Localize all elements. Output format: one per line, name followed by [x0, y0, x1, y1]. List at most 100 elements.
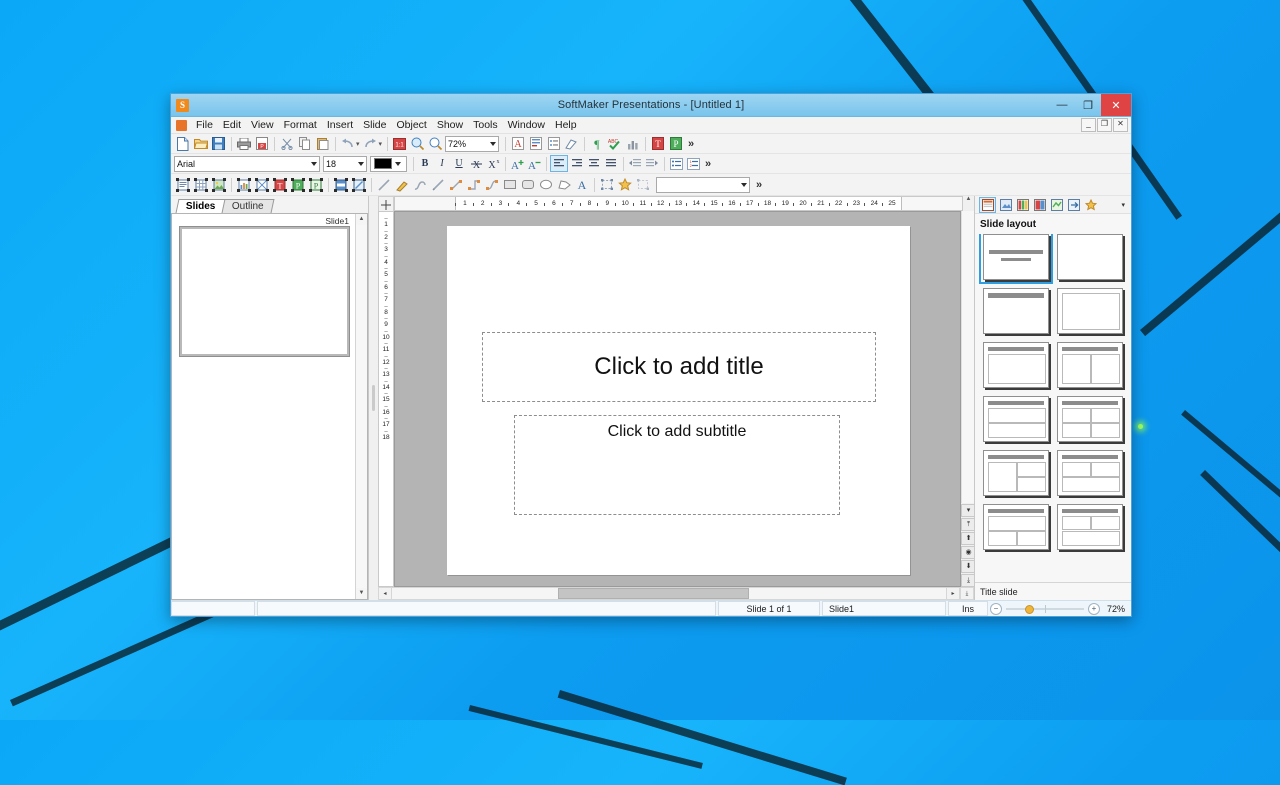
horizontal-ruler[interactable]: 1 2 3 4 5 6 7 8 9 10 11 12 13 14 15 16 17 18 19 20 21 22 23 24 2…	[394, 196, 963, 211]
slide-thumbnail-1[interactable]	[179, 226, 350, 357]
menu-help[interactable]: Help	[550, 118, 582, 132]
design-icon[interactable]	[998, 198, 1013, 212]
zoom-level-combo[interactable]: 72%	[445, 135, 500, 152]
show-marks-icon[interactable]: ¶	[588, 136, 605, 152]
strikethrough-icon[interactable]: X	[468, 156, 484, 171]
zoom-magnifier-icon[interactable]	[427, 136, 444, 152]
transition-icon[interactable]	[1066, 198, 1081, 212]
copy-icon[interactable]	[296, 136, 313, 152]
object-toolbar-overflow[interactable]: »	[753, 179, 765, 191]
zoom-selection-icon[interactable]	[409, 136, 426, 152]
connector-curved-icon[interactable]	[483, 177, 500, 193]
font-color-combo[interactable]	[370, 155, 407, 172]
font-size-combo[interactable]: 18	[323, 155, 367, 172]
character-format-icon[interactable]: A	[509, 136, 526, 152]
undo-dropdown-icon[interactable]: ▾	[356, 140, 360, 148]
pane-splitter[interactable]	[369, 196, 378, 600]
redo-dropdown-icon[interactable]: ▾	[379, 140, 383, 148]
placeholder-object-icon[interactable]: P	[307, 177, 324, 193]
color-scheme-icon[interactable]	[1015, 198, 1030, 212]
autoshape-star-icon[interactable]	[616, 177, 633, 193]
animation-icon[interactable]	[1049, 198, 1064, 212]
zoom-out-button[interactable]: −	[989, 602, 1002, 615]
shrink-font-icon[interactable]: A	[526, 156, 542, 171]
scroll-left-icon[interactable]: ◂	[378, 587, 392, 600]
text-art-icon[interactable]: A	[573, 177, 590, 193]
subtitle-placeholder[interactable]: Click to add subtitle	[514, 415, 840, 515]
cut-scissors-icon[interactable]	[278, 136, 295, 152]
object-icon[interactable]	[253, 177, 270, 193]
scroll-right-icon[interactable]: ▸	[946, 587, 960, 600]
chevron-down-icon[interactable]	[311, 161, 317, 166]
chevron-down-icon[interactable]	[490, 141, 497, 146]
decrease-indent-icon[interactable]	[627, 156, 643, 171]
standard-toolbar-overflow[interactable]: »	[685, 138, 697, 150]
tab-slides[interactable]: Slides	[175, 199, 226, 213]
hscroll-thumb[interactable]	[558, 588, 749, 599]
layout-title-and-content[interactable]	[983, 342, 1049, 388]
italic-icon[interactable]: I	[434, 156, 450, 171]
sidebar-dropdown-icon[interactable]: ▾	[1121, 201, 1125, 209]
canvas-vertical-scrollbar[interactable]: ▾ ⤒ ⬆ ◉ ⬇ ⤓	[961, 211, 976, 587]
spellcheck-icon[interactable]: ABC	[606, 136, 623, 152]
redo-icon[interactable]	[362, 136, 379, 152]
text-frame-icon[interactable]: T	[649, 136, 666, 152]
layout-left-tall-right-two[interactable]	[983, 450, 1049, 496]
chart-object-icon[interactable]	[235, 177, 252, 193]
text-placeholder-icon[interactable]	[174, 177, 191, 193]
bold-icon[interactable]: B	[417, 156, 433, 171]
superscript-icon[interactable]: Xx	[485, 156, 501, 171]
slides-panel-scrollbar[interactable]: ▲ ▼	[355, 214, 367, 599]
menu-window[interactable]: Window	[503, 118, 550, 132]
menu-tools[interactable]: Tools	[468, 118, 503, 132]
align-justify-icon[interactable]	[603, 156, 619, 171]
slide-layout-icon[interactable]	[979, 196, 996, 213]
menu-view[interactable]: View	[246, 118, 279, 132]
align-right-icon[interactable]	[569, 156, 585, 171]
zoom-slider-control[interactable]: − + 72%	[989, 602, 1131, 615]
curve-icon[interactable]	[411, 177, 428, 193]
ellipse-icon[interactable]	[537, 177, 554, 193]
next-slide-bottom-icon[interactable]: ⤓	[960, 587, 974, 600]
hscroll-track[interactable]	[392, 587, 946, 600]
layout-two-top-wide-bottom[interactable]	[1057, 504, 1123, 550]
bullet-list-icon[interactable]	[545, 136, 562, 152]
scroll-up-icon[interactable]: ▲	[356, 214, 367, 225]
ungroup-icon[interactable]	[634, 177, 651, 193]
menu-insert[interactable]: Insert	[322, 118, 358, 132]
canvas-horizontal-scrollbar[interactable]: ◂ ▸ ⤓	[378, 587, 974, 600]
title-object-icon[interactable]: T	[271, 177, 288, 193]
scroll-down-icon[interactable]: ▼	[356, 588, 367, 599]
paragraph-format-icon[interactable]	[527, 136, 544, 152]
status-insert-mode[interactable]: Ins	[947, 601, 988, 616]
layout-title-slide[interactable]	[979, 234, 1053, 284]
increase-indent-icon[interactable]	[644, 156, 660, 171]
zoom-slider-thumb[interactable]	[1024, 604, 1034, 614]
print-icon[interactable]	[235, 136, 252, 152]
menu-show[interactable]: Show	[432, 118, 468, 132]
mdi-close-button[interactable]: ✕	[1113, 118, 1128, 132]
zoom-slider-track[interactable]	[1005, 604, 1084, 614]
chevron-down-icon[interactable]	[358, 161, 364, 166]
layout-two-stacked-content[interactable]	[983, 396, 1049, 442]
ole-object-icon[interactable]	[350, 177, 367, 193]
paste-icon[interactable]	[314, 136, 331, 152]
canvas-scroll-track[interactable]	[961, 211, 974, 503]
background-icon[interactable]	[1032, 198, 1047, 212]
zoom-100-icon[interactable]: 1:1	[391, 136, 408, 152]
presentation-object-icon[interactable]: P	[289, 177, 306, 193]
chart-icon[interactable]	[624, 136, 641, 152]
media-icon[interactable]	[332, 177, 349, 193]
export-pdf-icon[interactable]: P	[253, 136, 270, 152]
line-icon[interactable]	[375, 177, 392, 193]
bullets-icon[interactable]	[668, 156, 684, 171]
menu-object[interactable]: Object	[391, 118, 431, 132]
font-name-combo[interactable]: Arial	[174, 155, 320, 172]
save-icon[interactable]	[210, 136, 227, 152]
layout-top-two-bottom-wide[interactable]	[1057, 450, 1123, 496]
connector-straight-icon[interactable]	[447, 177, 464, 193]
layout-content-box[interactable]	[1057, 288, 1123, 334]
table-icon[interactable]	[192, 177, 209, 193]
layout-blank[interactable]	[1057, 234, 1123, 280]
title-placeholder[interactable]: Click to add title	[482, 332, 876, 402]
